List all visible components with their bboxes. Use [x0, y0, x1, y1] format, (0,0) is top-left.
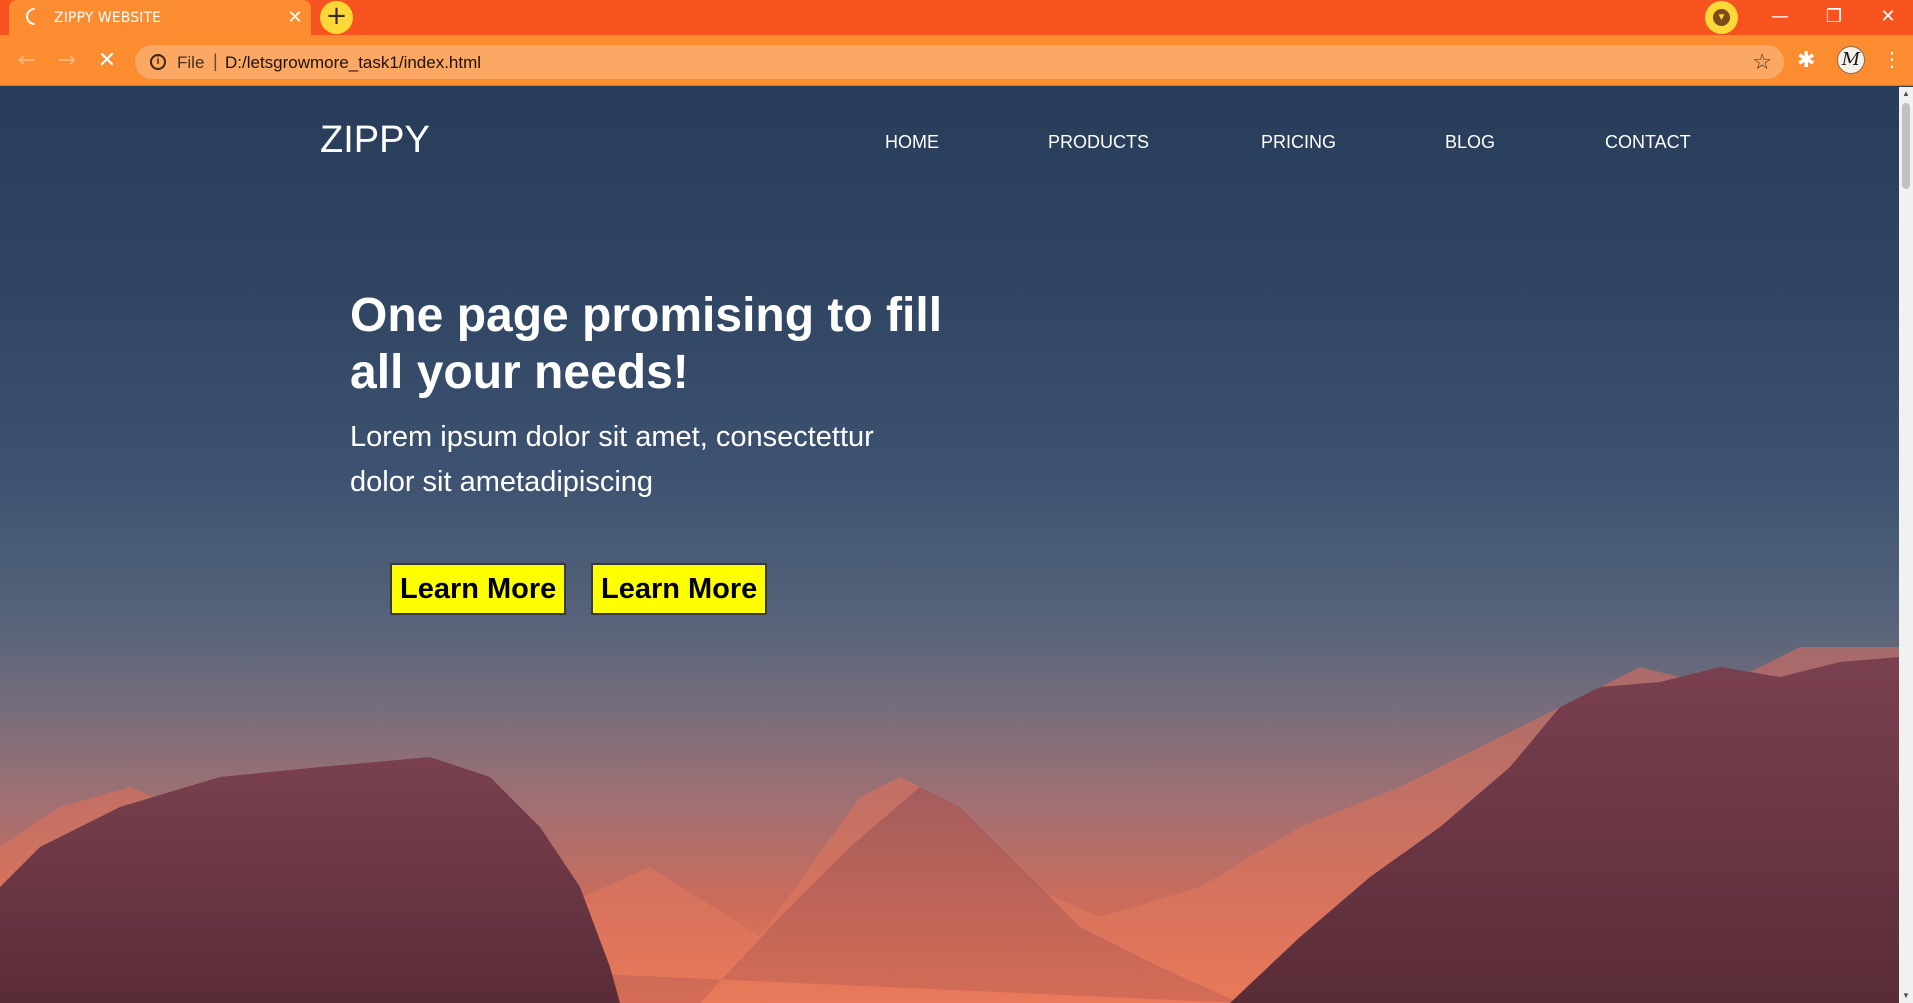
nav-link-pricing[interactable]: PRICING [1261, 132, 1336, 153]
forward-arrow-icon[interactable]: → [53, 48, 81, 76]
nav-link-home[interactable]: HOME [885, 132, 939, 153]
scroll-up-icon[interactable]: ▲ [1899, 87, 1913, 101]
bookmark-star-icon[interactable]: ☆ [1752, 49, 1772, 75]
stop-loading-icon[interactable]: ✕ [93, 48, 121, 76]
profile-avatar[interactable]: M [1837, 46, 1865, 74]
browser-tab-bar: ZIPPY WEBSITE ✕ + ▼ — ❐ ✕ [0, 0, 1913, 35]
hero-title: One page promising to fill all your need… [350, 289, 943, 399]
vertical-scrollbar[interactable]: ▲ ▼ [1899, 87, 1913, 1003]
download-indicator-button[interactable]: ▼ [1705, 1, 1738, 34]
loading-spinner-icon [22, 4, 47, 29]
page-viewport: ZIPPY HOME PRODUCTS PRICING BLOG CONTACT… [0, 87, 1899, 1003]
nav-link-contact[interactable]: CONTACT [1605, 132, 1691, 153]
minimize-button[interactable]: — [1752, 0, 1808, 33]
download-arrow-icon: ▼ [1713, 9, 1730, 26]
learn-more-button-secondary[interactable]: Learn More [591, 563, 768, 615]
learn-more-button[interactable]: Learn More [390, 563, 567, 615]
tab-close-icon[interactable]: ✕ [285, 7, 305, 27]
nav-link-blog[interactable]: BLOG [1445, 132, 1495, 153]
hero-text: Lorem ipsum dolor sit amet, consectettur… [350, 421, 874, 498]
scroll-down-icon[interactable]: ▼ [1899, 989, 1913, 1003]
address-bar[interactable]: i File | D:/letsgrowmore_task1/index.htm… [135, 45, 1784, 79]
tab-title: ZIPPY WEBSITE [54, 10, 162, 26]
restore-button[interactable]: ❐ [1806, 0, 1862, 33]
url-text[interactable]: D:/letsgrowmore_task1/index.html [225, 53, 481, 73]
info-icon[interactable]: i [150, 54, 166, 70]
site-logo[interactable]: ZIPPY [320, 119, 430, 162]
new-tab-button[interactable]: + [320, 1, 353, 34]
scrollbar-thumb[interactable] [1902, 103, 1910, 189]
browser-tab[interactable]: ZIPPY WEBSITE ✕ [9, 0, 311, 35]
back-arrow-icon[interactable]: ← [13, 48, 41, 76]
kebab-menu-icon[interactable]: ⋮ [1882, 45, 1902, 75]
browser-toolbar: ← → ✕ i File | D:/letsgrowmore_task1/ind… [0, 35, 1913, 86]
url-scheme: File [177, 53, 205, 72]
nav-link-products[interactable]: PRODUCTS [1048, 132, 1149, 153]
mountain-background [0, 647, 1899, 1003]
url-separator: | [213, 51, 218, 71]
extensions-puzzle-icon[interactable]: ✱ [1797, 47, 1815, 73]
close-window-button[interactable]: ✕ [1860, 0, 1913, 33]
